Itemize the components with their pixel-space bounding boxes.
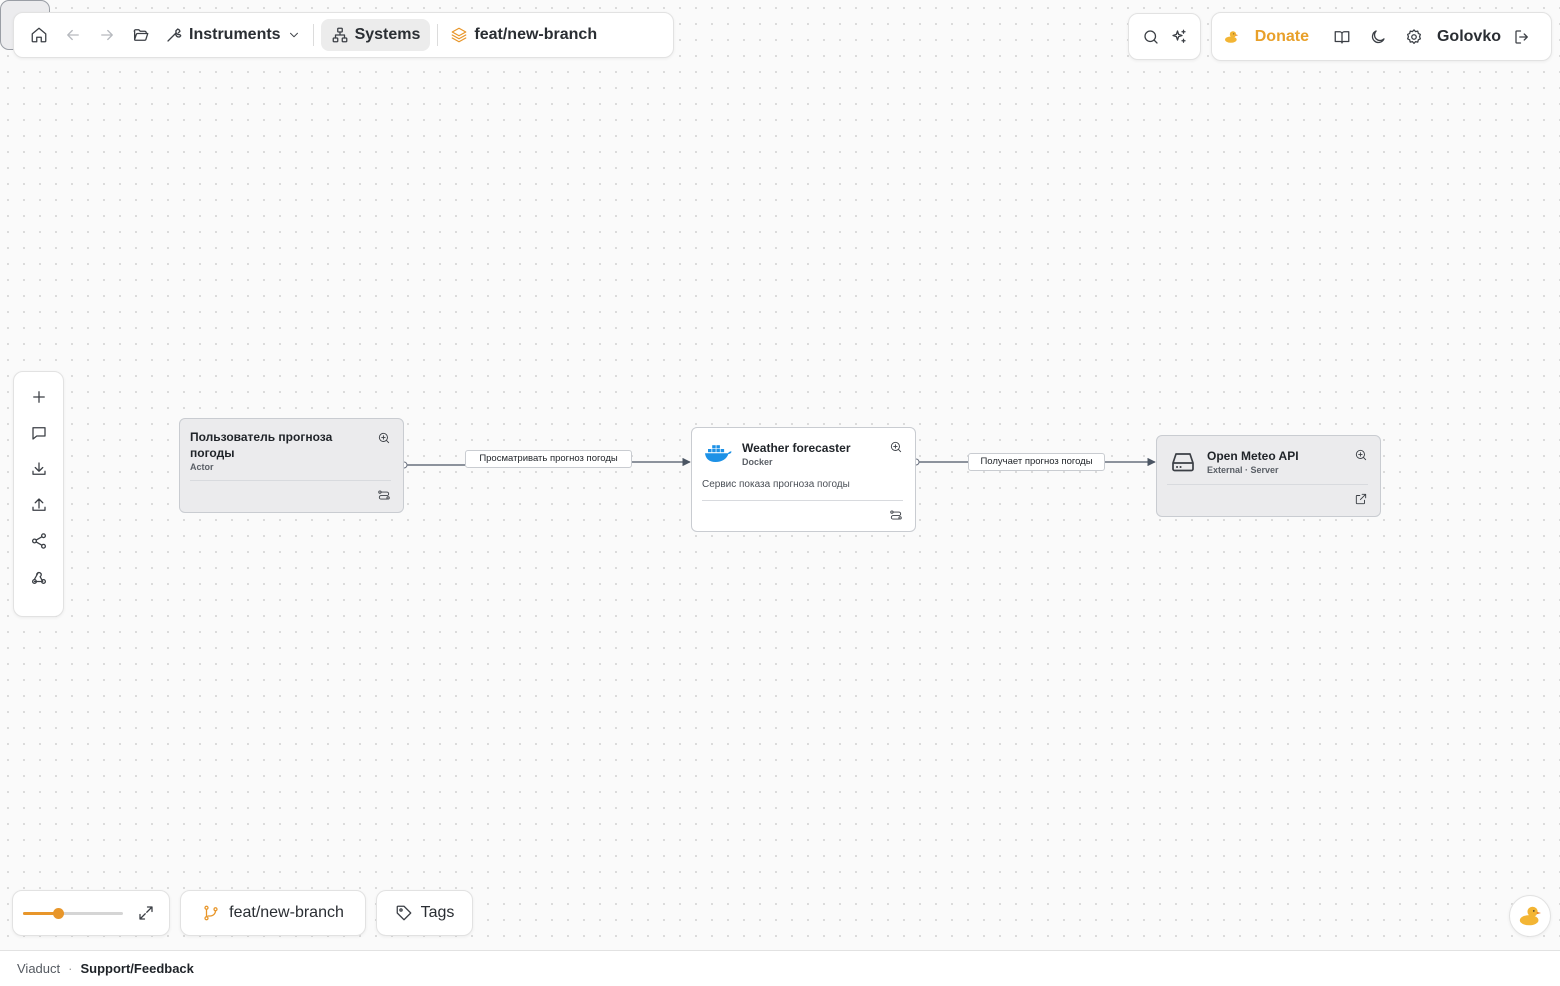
edge-label[interactable]: Получает прогноз погоды <box>968 453 1105 471</box>
footer-separator: · <box>68 961 73 976</box>
route-icon[interactable] <box>377 488 391 502</box>
zoom-slider-handle[interactable] <box>53 908 64 919</box>
footer-brand: Viaduct <box>17 961 61 976</box>
node-divider <box>190 480 391 481</box>
node-weather-user[interactable]: Пользователь прогноза погоды Actor <box>179 418 404 513</box>
git-branch-icon <box>204 905 218 921</box>
node-description: Сервис показа прогноза погоды <box>702 479 850 490</box>
node-title: Weather forecaster <box>742 441 851 455</box>
node-weather-forecaster[interactable]: Weather forecaster Docker Сервис показа … <box>691 427 916 532</box>
branch-selector[interactable]: feat/new-branch <box>180 890 366 936</box>
zoom-in-icon[interactable] <box>1354 448 1368 462</box>
duck-assistant-button[interactable] <box>1509 895 1551 937</box>
fullscreen-icon[interactable] <box>137 904 155 922</box>
tags-button[interactable]: Tags <box>376 890 473 936</box>
node-divider <box>1167 484 1368 485</box>
support-feedback-link[interactable]: Support/Feedback <box>80 961 193 976</box>
external-link-icon[interactable] <box>1354 492 1368 506</box>
edge-label[interactable]: Просматривать прогноз погоды <box>465 450 632 468</box>
node-divider <box>702 500 903 501</box>
node-type: Actor <box>190 462 214 472</box>
footer: Viaduct · Support/Feedback <box>0 950 1560 986</box>
duck-icon <box>1519 906 1541 926</box>
node-title: Open Meteo API <box>1207 449 1299 463</box>
zoom-in-icon[interactable] <box>889 440 903 454</box>
zoom-control <box>12 890 170 936</box>
server-icon <box>1172 453 1194 472</box>
docker-icon <box>705 445 732 462</box>
zoom-in-icon[interactable] <box>377 431 391 445</box>
zoom-slider[interactable] <box>23 906 123 920</box>
node-type: External · Server <box>1207 465 1279 475</box>
tag-icon <box>396 905 411 921</box>
node-title: Пользователь прогноза погоды <box>190 430 333 460</box>
route-icon[interactable] <box>889 508 903 522</box>
branch-selector-label: feat/new-branch <box>229 904 344 921</box>
tags-label: Tags <box>420 904 455 921</box>
node-type: Docker <box>742 457 773 467</box>
node-open-meteo-api[interactable]: Open Meteo API External · Server <box>1156 435 1381 517</box>
